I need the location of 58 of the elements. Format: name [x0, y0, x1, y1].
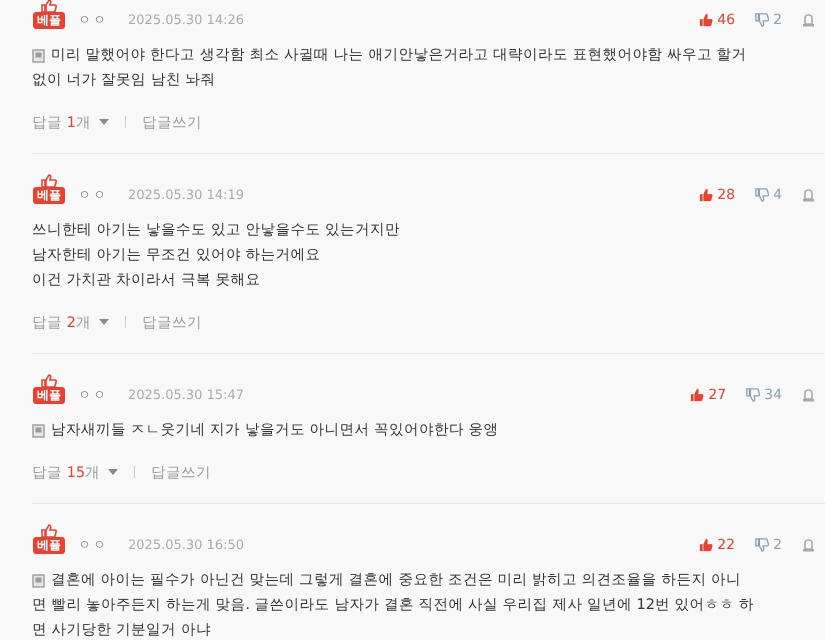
dislike-button[interactable]: 2	[755, 537, 782, 553]
siren-icon	[802, 388, 815, 402]
caret-icon[interactable]	[98, 319, 109, 325]
comment-text: 쓰니한테 아기는 낳을수도 있고 안낳을수도 있는거지만	[32, 221, 400, 240]
write-reply-link[interactable]: 답글쓰기	[142, 312, 202, 332]
best-badge: 베플	[33, 537, 65, 554]
thumbs-up-icon	[699, 188, 714, 202]
comment-text: 면 사기당한 기분일거 아냐	[32, 621, 211, 640]
reply-toggle[interactable]: 답글 1개	[32, 112, 91, 132]
like-button[interactable]: 27	[690, 387, 726, 403]
dislike-button[interactable]: 2	[755, 12, 782, 28]
siren-icon	[802, 188, 815, 202]
comment-text: 결혼에 아이는 필수가 아닌건 맞는데 그렇게 결혼에 중요한 조건은 미리 밝히고 의견조율을 하든지 아니	[51, 571, 741, 590]
write-reply-link[interactable]: 답글쓰기	[142, 112, 202, 132]
thumbs-down-icon	[746, 388, 760, 402]
write-reply-link[interactable]: 답글쓰기	[151, 462, 212, 482]
thumbs-down-icon	[755, 13, 770, 27]
reply-toggle[interactable]: 답글 15개	[32, 462, 100, 482]
comment-time: 2025.05.30 16:50	[128, 538, 244, 552]
thumbs-up-icon	[699, 13, 714, 27]
thumbs-up-icon	[699, 538, 714, 552]
thumbs-down-icon	[755, 538, 770, 552]
comment-text: 미리 말했어야 한다고 생각함 최소 사귈때 나는 애기안낳은거라고 대략이라도 표현했어야함 싸우고 할거	[51, 46, 747, 65]
best-badge: 베플	[33, 12, 65, 29]
best-badge: 베플	[33, 187, 65, 204]
caret-icon[interactable]	[98, 119, 109, 125]
comment-time: 2025.05.30 14:19	[128, 188, 244, 202]
thumbs-up-icon	[690, 388, 704, 402]
like-button[interactable]: 28	[699, 187, 736, 203]
like-button[interactable]: 46	[699, 12, 736, 28]
dislike-button[interactable]: 34	[746, 387, 782, 403]
author-name[interactable]: ㅇㅇ	[78, 386, 108, 404]
comment-text: 없이 너가 잘못임 남친 놔줘	[32, 71, 216, 90]
caret-icon[interactable]	[108, 469, 118, 475]
thumbs-up-icon	[41, 174, 57, 188]
like-button[interactable]: 22	[699, 537, 736, 553]
report-button[interactable]	[802, 14, 815, 26]
comment-time: 2025.05.30 14:26	[128, 12, 244, 28]
thumbs-up-icon	[41, 374, 57, 388]
siren-icon	[802, 538, 815, 552]
report-button[interactable]	[802, 188, 815, 202]
thumbs-down-icon	[755, 188, 770, 202]
thumbs-up-icon	[41, 524, 57, 538]
best-badge: 베플	[33, 387, 65, 404]
report-button[interactable]	[802, 538, 815, 552]
author-name[interactable]: ㅇㅇ	[78, 186, 108, 204]
author-name[interactable]: ㅇㅇ	[78, 536, 108, 554]
comment-time: 2025.05.30 15:47	[128, 388, 244, 402]
report-button[interactable]	[802, 388, 815, 402]
comment-text: 남자한테 아기는 무조건 있어야 하는거에요	[32, 246, 320, 265]
comment-text: 남자새끼들 ㅈㄴ웃기네 지가 낳을거도 아니면서 꼭있어야한다 웅앵	[51, 421, 499, 440]
comment-text: 면 빨리 놓아주든지 하는게 맞음. 글쓴이라도 남자가 결혼 직전에 사실 우리집 제사 일년에 12번 있어ㅎㅎ 하	[32, 596, 754, 615]
dislike-button[interactable]: 4	[755, 187, 782, 203]
siren-icon	[802, 14, 815, 26]
reply-toggle[interactable]: 답글 2개	[32, 312, 91, 332]
author-name[interactable]: ㅇㅇ	[78, 11, 108, 29]
comment-text: 이건 가치관 차이라서 극복 못해요	[32, 271, 260, 290]
thumbs-up-icon	[41, 0, 57, 13]
